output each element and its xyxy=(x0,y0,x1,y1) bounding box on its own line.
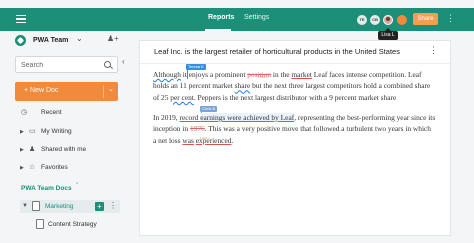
tab-reports[interactable]: Reports xyxy=(208,14,234,21)
avatar-te[interactable]: TE xyxy=(357,15,367,25)
text-line: Although it enjoys a prominent position … xyxy=(153,69,430,80)
active-tab-indicator xyxy=(205,29,231,31)
clock-icon: ◷ xyxy=(21,109,28,116)
text-run: . xyxy=(231,135,234,145)
tree-item-marketing[interactable]: ▼ Marketing + ⋮ xyxy=(20,200,120,213)
text-run: . Peppers is the next largest distributo… xyxy=(193,92,397,102)
text-line: inception in 1976. This was a very posit… xyxy=(153,123,435,134)
tree-item-label: Marketing xyxy=(45,203,74,210)
text-run: . This was a very positive move that fol… xyxy=(204,124,431,134)
tree-item-label: Content Strategy xyxy=(48,221,97,228)
tab-settings[interactable]: Settings xyxy=(244,14,269,21)
team-name[interactable]: PWA Team xyxy=(33,37,68,44)
avatar-cb[interactable]: CB xyxy=(370,15,380,25)
sidebar-item-label: Recent xyxy=(41,109,62,116)
text-run: inception in xyxy=(153,124,190,134)
spelling-error[interactable]: share xyxy=(235,81,251,90)
grammar-error[interactable]: record xyxy=(179,113,200,122)
team-logo-icon xyxy=(15,35,26,46)
document-icon xyxy=(36,219,44,229)
share-button[interactable]: Share xyxy=(413,13,438,25)
search-input[interactable] xyxy=(21,61,101,70)
caret-right-icon: ▶ xyxy=(20,147,24,153)
text-line: holds an 11 percent market share but the… xyxy=(153,80,430,91)
search-icon[interactable] xyxy=(104,61,111,68)
chevron-down-icon[interactable]: ⌄ xyxy=(76,34,83,43)
search-box xyxy=(15,56,118,73)
document-title[interactable]: Leaf Inc. is the largest retailer of hor… xyxy=(154,47,400,56)
star-icon: ☆ xyxy=(29,164,36,171)
sidebar-item-label: Shared with me xyxy=(41,146,87,153)
text-line: of 25 per cent. Peppers is the next larg… xyxy=(153,92,430,103)
text-run: it enjoys a prominent xyxy=(180,70,248,79)
text-run: Leaf faces intense competition. Leaf xyxy=(311,70,422,79)
new-doc-button[interactable]: + New Doc ⌄ xyxy=(15,82,118,101)
sidebar: PWA Team ⌄ ♟+ + New Doc ⌄ ◷ Recent ▶ ▭ M… xyxy=(0,31,130,243)
avatar-tooltip: Lisa L xyxy=(378,28,398,40)
more-vertical-icon[interactable]: ⋮ xyxy=(429,45,438,56)
more-vertical-icon[interactable]: ⋮ xyxy=(446,14,455,23)
text-run: but the next three largest competitors h… xyxy=(250,81,431,91)
document-icon xyxy=(32,201,40,211)
grammar-error[interactable]: market xyxy=(291,70,312,79)
text-line: a net loss was experienced. xyxy=(153,135,435,146)
section-title[interactable]: PWA Team Docs xyxy=(21,185,72,192)
more-vertical-icon[interactable]: ⋮ xyxy=(109,201,117,210)
app-window: Reports Settings TE CB Share ⋮ Lisa L PW… xyxy=(0,0,474,243)
deleted-text[interactable]: 1976 xyxy=(190,124,205,133)
text-run: in the xyxy=(271,70,292,79)
text-run: holds an 11 percent market xyxy=(153,81,235,91)
spelling-error[interactable]: Although xyxy=(153,70,181,79)
grammar-error[interactable]: experienced xyxy=(196,136,232,145)
text-line: In 2019, record earnings were achieved b… xyxy=(153,112,435,123)
add-doc-icon[interactable]: + xyxy=(95,202,104,211)
highlighted-text[interactable]: earnings were achieved by Leaf xyxy=(200,113,295,122)
sidebar-item-label: Favorites xyxy=(41,164,68,171)
text-run: a net loss xyxy=(153,135,183,145)
deleted-text[interactable]: position xyxy=(247,70,271,79)
users-icon: ♟ xyxy=(29,146,36,153)
editor-card: Leaf Inc. is the largest retailer of hor… xyxy=(139,40,451,236)
new-doc-dropdown-icon[interactable]: ⌄ xyxy=(108,85,114,93)
avatar-lisa[interactable] xyxy=(383,15,393,25)
grammar-error[interactable]: was xyxy=(182,136,194,145)
chevron-up-icon[interactable]: ˆ xyxy=(76,183,78,190)
caret-right-icon: ▶ xyxy=(20,165,24,171)
sidebar-item-label: My Writing xyxy=(41,128,72,135)
spelling-error[interactable]: per cent xyxy=(170,93,194,102)
text-run: of 25 xyxy=(153,92,171,102)
top-bar: Reports Settings TE CB Share ⋮ xyxy=(0,8,474,31)
new-doc-label: + New Doc xyxy=(24,87,59,94)
add-user-icon[interactable]: ♟+ xyxy=(107,34,119,43)
caret-down-icon[interactable]: ▼ xyxy=(22,203,28,209)
avatar-user[interactable] xyxy=(397,15,407,25)
paragraph-2[interactable]: In 2019, record earnings were achieved b… xyxy=(153,112,435,146)
caret-right-icon: ▶ xyxy=(20,129,24,135)
paragraph-1[interactable]: Although it enjoys a prominent position … xyxy=(153,69,430,103)
collapse-sidebar-icon[interactable]: ‹ xyxy=(122,57,125,66)
text-run: In 2019, xyxy=(153,113,180,122)
new-doc-divider xyxy=(103,85,104,98)
folder-icon: ▭ xyxy=(29,128,36,135)
text-run: , representing the best-performing year … xyxy=(294,113,436,122)
menu-icon[interactable] xyxy=(16,15,26,23)
